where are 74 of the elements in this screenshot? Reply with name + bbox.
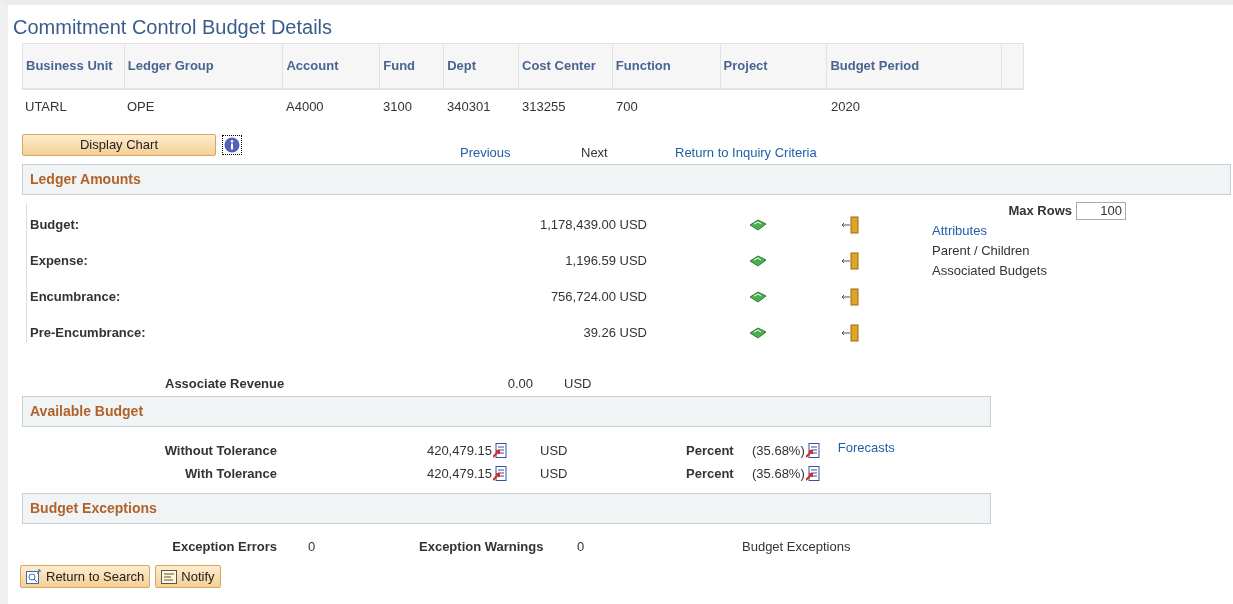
budget-exceptions-text: Budget Exceptions	[742, 538, 851, 557]
notify-button[interactable]: Notify	[155, 565, 221, 588]
amount-value: 39.26 USD	[582, 324, 647, 343]
row-label: Expense:	[29, 252, 89, 271]
report-icon[interactable]	[805, 466, 820, 481]
count-value: 0	[577, 538, 586, 557]
column-header: Account	[283, 44, 381, 88]
column-header: Ledger Group	[124, 44, 284, 88]
table-cell-text: 3100	[382, 97, 413, 116]
table-cell-text: 700	[615, 97, 639, 116]
nav-link[interactable]: Next	[581, 143, 608, 163]
amount-value: 1,178,439.00 USD	[539, 216, 647, 235]
book-icon[interactable]	[749, 255, 767, 267]
amount-value: 420,479.15	[426, 441, 492, 460]
display-chart-button[interactable]: Display Chart	[22, 134, 216, 156]
side-link[interactable]: Attributes	[932, 220, 1126, 241]
field-label: Max Rows	[1008, 202, 1072, 220]
nav-link[interactable]: Previous	[460, 143, 511, 163]
table-cell-text: 340301	[446, 97, 492, 116]
row-label: Budget:	[29, 216, 81, 235]
door-arrow-icon[interactable]	[841, 252, 859, 270]
table-cell-text: 313255	[521, 97, 567, 116]
currency-text: USD	[540, 441, 569, 460]
book-icon[interactable]	[749, 327, 767, 339]
info-icon[interactable]	[224, 137, 240, 153]
door-arrow-icon[interactable]	[841, 288, 859, 306]
report-icon[interactable]	[493, 443, 507, 458]
table-cell-text: OPE	[126, 97, 156, 116]
forecasts-link[interactable]: Forecasts	[837, 437, 895, 458]
row-label: Without Tolerance	[163, 441, 277, 460]
column-header: Function	[612, 44, 721, 88]
field-label: Percent	[686, 464, 735, 483]
row-label: Pre-Encumbrance:	[29, 324, 147, 343]
currency-text: USD	[540, 464, 569, 483]
section-header: Budget Exceptions	[22, 493, 991, 524]
report-icon[interactable]	[805, 443, 820, 458]
report-icon[interactable]	[493, 466, 507, 481]
search-icon	[26, 569, 42, 584]
side-text: Associated Budgets	[932, 261, 1048, 280]
row-label: With Tolerance	[183, 464, 277, 483]
table-cell-text: A4000	[285, 97, 325, 116]
percent-value: (35.68%)	[752, 441, 805, 460]
page-title: Commitment Control Budget Details	[12, 15, 333, 40]
row-label: Associate Revenue	[165, 374, 286, 393]
amount-value: 420,479.15	[426, 464, 492, 483]
nav-link[interactable]: Return to Inquiry Criteria	[675, 143, 817, 163]
door-arrow-icon[interactable]	[841, 216, 859, 234]
column-header: Budget Period	[827, 44, 1003, 88]
side-text: Parent / Children	[932, 241, 1031, 260]
table-cell-text: 2020	[830, 97, 861, 116]
amount-value: 756,724.00 USD	[549, 288, 647, 307]
column-header: Fund	[380, 44, 445, 88]
currency-text: USD	[564, 374, 592, 393]
amount-value: 1,196.59 USD	[564, 252, 647, 271]
column-header: Project	[720, 44, 828, 88]
column-header: Business Unit	[23, 44, 125, 88]
section-header: Ledger Amounts	[22, 164, 1231, 195]
door-arrow-icon[interactable]	[841, 324, 859, 342]
field-label: Percent	[686, 441, 735, 460]
field-label: Exception Warnings	[419, 538, 545, 557]
row-label: Encumbrance:	[29, 288, 122, 307]
table-cell-text: UTARL	[24, 97, 68, 116]
column-header: Dept	[444, 44, 519, 88]
max-rows-field[interactable]: 100	[1076, 201, 1126, 220]
book-icon[interactable]	[749, 291, 767, 303]
section-header: Available Budget	[22, 396, 991, 427]
field-label: Exception Errors	[171, 538, 277, 557]
book-icon[interactable]	[749, 219, 767, 231]
count-value: 0	[308, 538, 317, 557]
percent-value: (35.68%)	[752, 464, 805, 483]
note-icon	[161, 569, 178, 584]
column-header: Cost Center	[519, 44, 613, 88]
amount-value: 0.00	[506, 374, 533, 393]
return-to-search-button[interactable]: Return to Search	[20, 565, 151, 588]
